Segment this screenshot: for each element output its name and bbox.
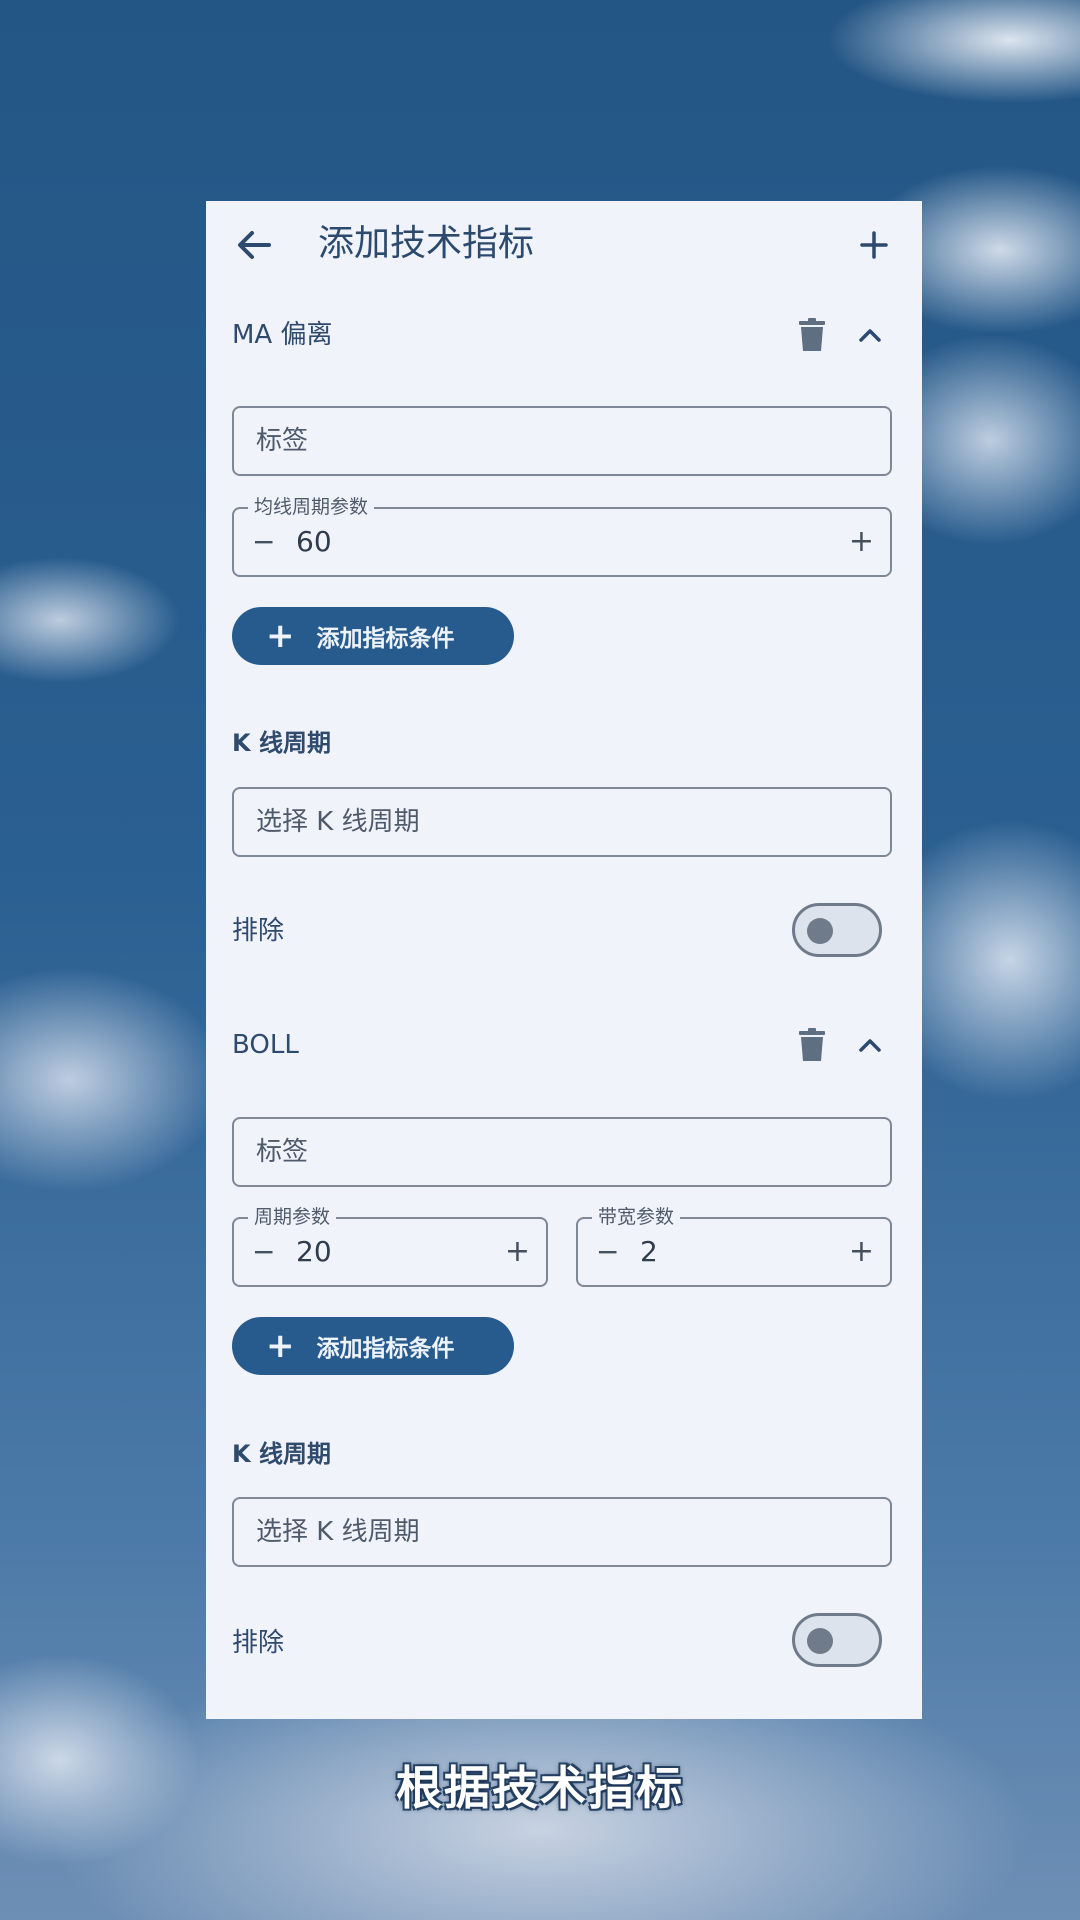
decrement-button[interactable]: − (252, 509, 275, 575)
delete-indicator-button[interactable] (790, 313, 834, 357)
page-title: 添加技术指标 (318, 223, 535, 264)
collapse-button[interactable] (848, 1023, 892, 1067)
add-indicator-panel: 添加技术指标 MA 偏离 标签 均线周期参数 − 60 + + 添加指标条件 K… (206, 201, 922, 1719)
add-condition-button[interactable]: + 添加指标条件 (232, 607, 514, 665)
delete-indicator-button[interactable] (790, 1023, 834, 1067)
add-condition-button[interactable]: + 添加指标条件 (232, 1317, 514, 1375)
back-arrow-icon (238, 231, 271, 259)
exclude-toggle[interactable] (792, 1613, 882, 1667)
add-condition-label: 添加指标条件 (316, 626, 455, 652)
stepper-value[interactable]: 20 (296, 1219, 332, 1285)
kline-select[interactable]: 选择 K 线周期 (232, 1497, 892, 1567)
ma-period-stepper[interactable]: 均线周期参数 − 60 + (232, 495, 892, 577)
kline-placeholder: 选择 K 线周期 (256, 1517, 420, 1547)
increment-button[interactable]: + (849, 1219, 874, 1285)
video-caption: 根据技术指标 (396, 1761, 684, 1815)
kline-select[interactable]: 选择 K 线周期 (232, 787, 892, 857)
add-condition-label: 添加指标条件 (316, 1336, 455, 1362)
toggle-knob (807, 1628, 833, 1654)
kline-title: K 线周期 (232, 1440, 331, 1468)
label-placeholder: 标签 (256, 426, 309, 456)
increment-button[interactable]: + (849, 509, 874, 575)
label-placeholder: 标签 (256, 1137, 309, 1167)
plus-icon (860, 231, 888, 259)
label-input[interactable]: 标签 (232, 406, 892, 476)
back-button[interactable] (230, 221, 278, 269)
kline-title: K 线周期 (232, 729, 331, 757)
stepper-value[interactable]: 60 (296, 509, 332, 575)
plus-icon: + (266, 616, 295, 656)
decrement-button[interactable]: − (596, 1219, 619, 1285)
label-input[interactable]: 标签 (232, 1117, 892, 1187)
boll-bandwidth-stepper[interactable]: 带宽参数 − 2 + (576, 1205, 892, 1287)
trash-icon (799, 318, 825, 351)
chevron-up-icon (859, 329, 881, 342)
collapse-button[interactable] (848, 313, 892, 357)
stepper-value[interactable]: 2 (640, 1219, 658, 1285)
trash-icon (799, 1028, 825, 1061)
chevron-up-icon (859, 1039, 881, 1052)
kline-placeholder: 选择 K 线周期 (256, 807, 420, 837)
exclude-toggle[interactable] (792, 903, 882, 957)
decrement-button[interactable]: − (252, 1219, 275, 1285)
add-indicator-button[interactable] (850, 221, 898, 269)
indicator-title: MA 偏离 (232, 320, 333, 350)
increment-button[interactable]: + (505, 1219, 530, 1285)
plus-icon: + (266, 1326, 295, 1366)
boll-period-stepper[interactable]: 周期参数 − 20 + (232, 1205, 548, 1287)
indicator-title: BOLL (232, 1030, 299, 1060)
exclude-label: 排除 (232, 916, 285, 946)
exclude-label: 排除 (232, 1628, 285, 1658)
toggle-knob (807, 918, 833, 944)
